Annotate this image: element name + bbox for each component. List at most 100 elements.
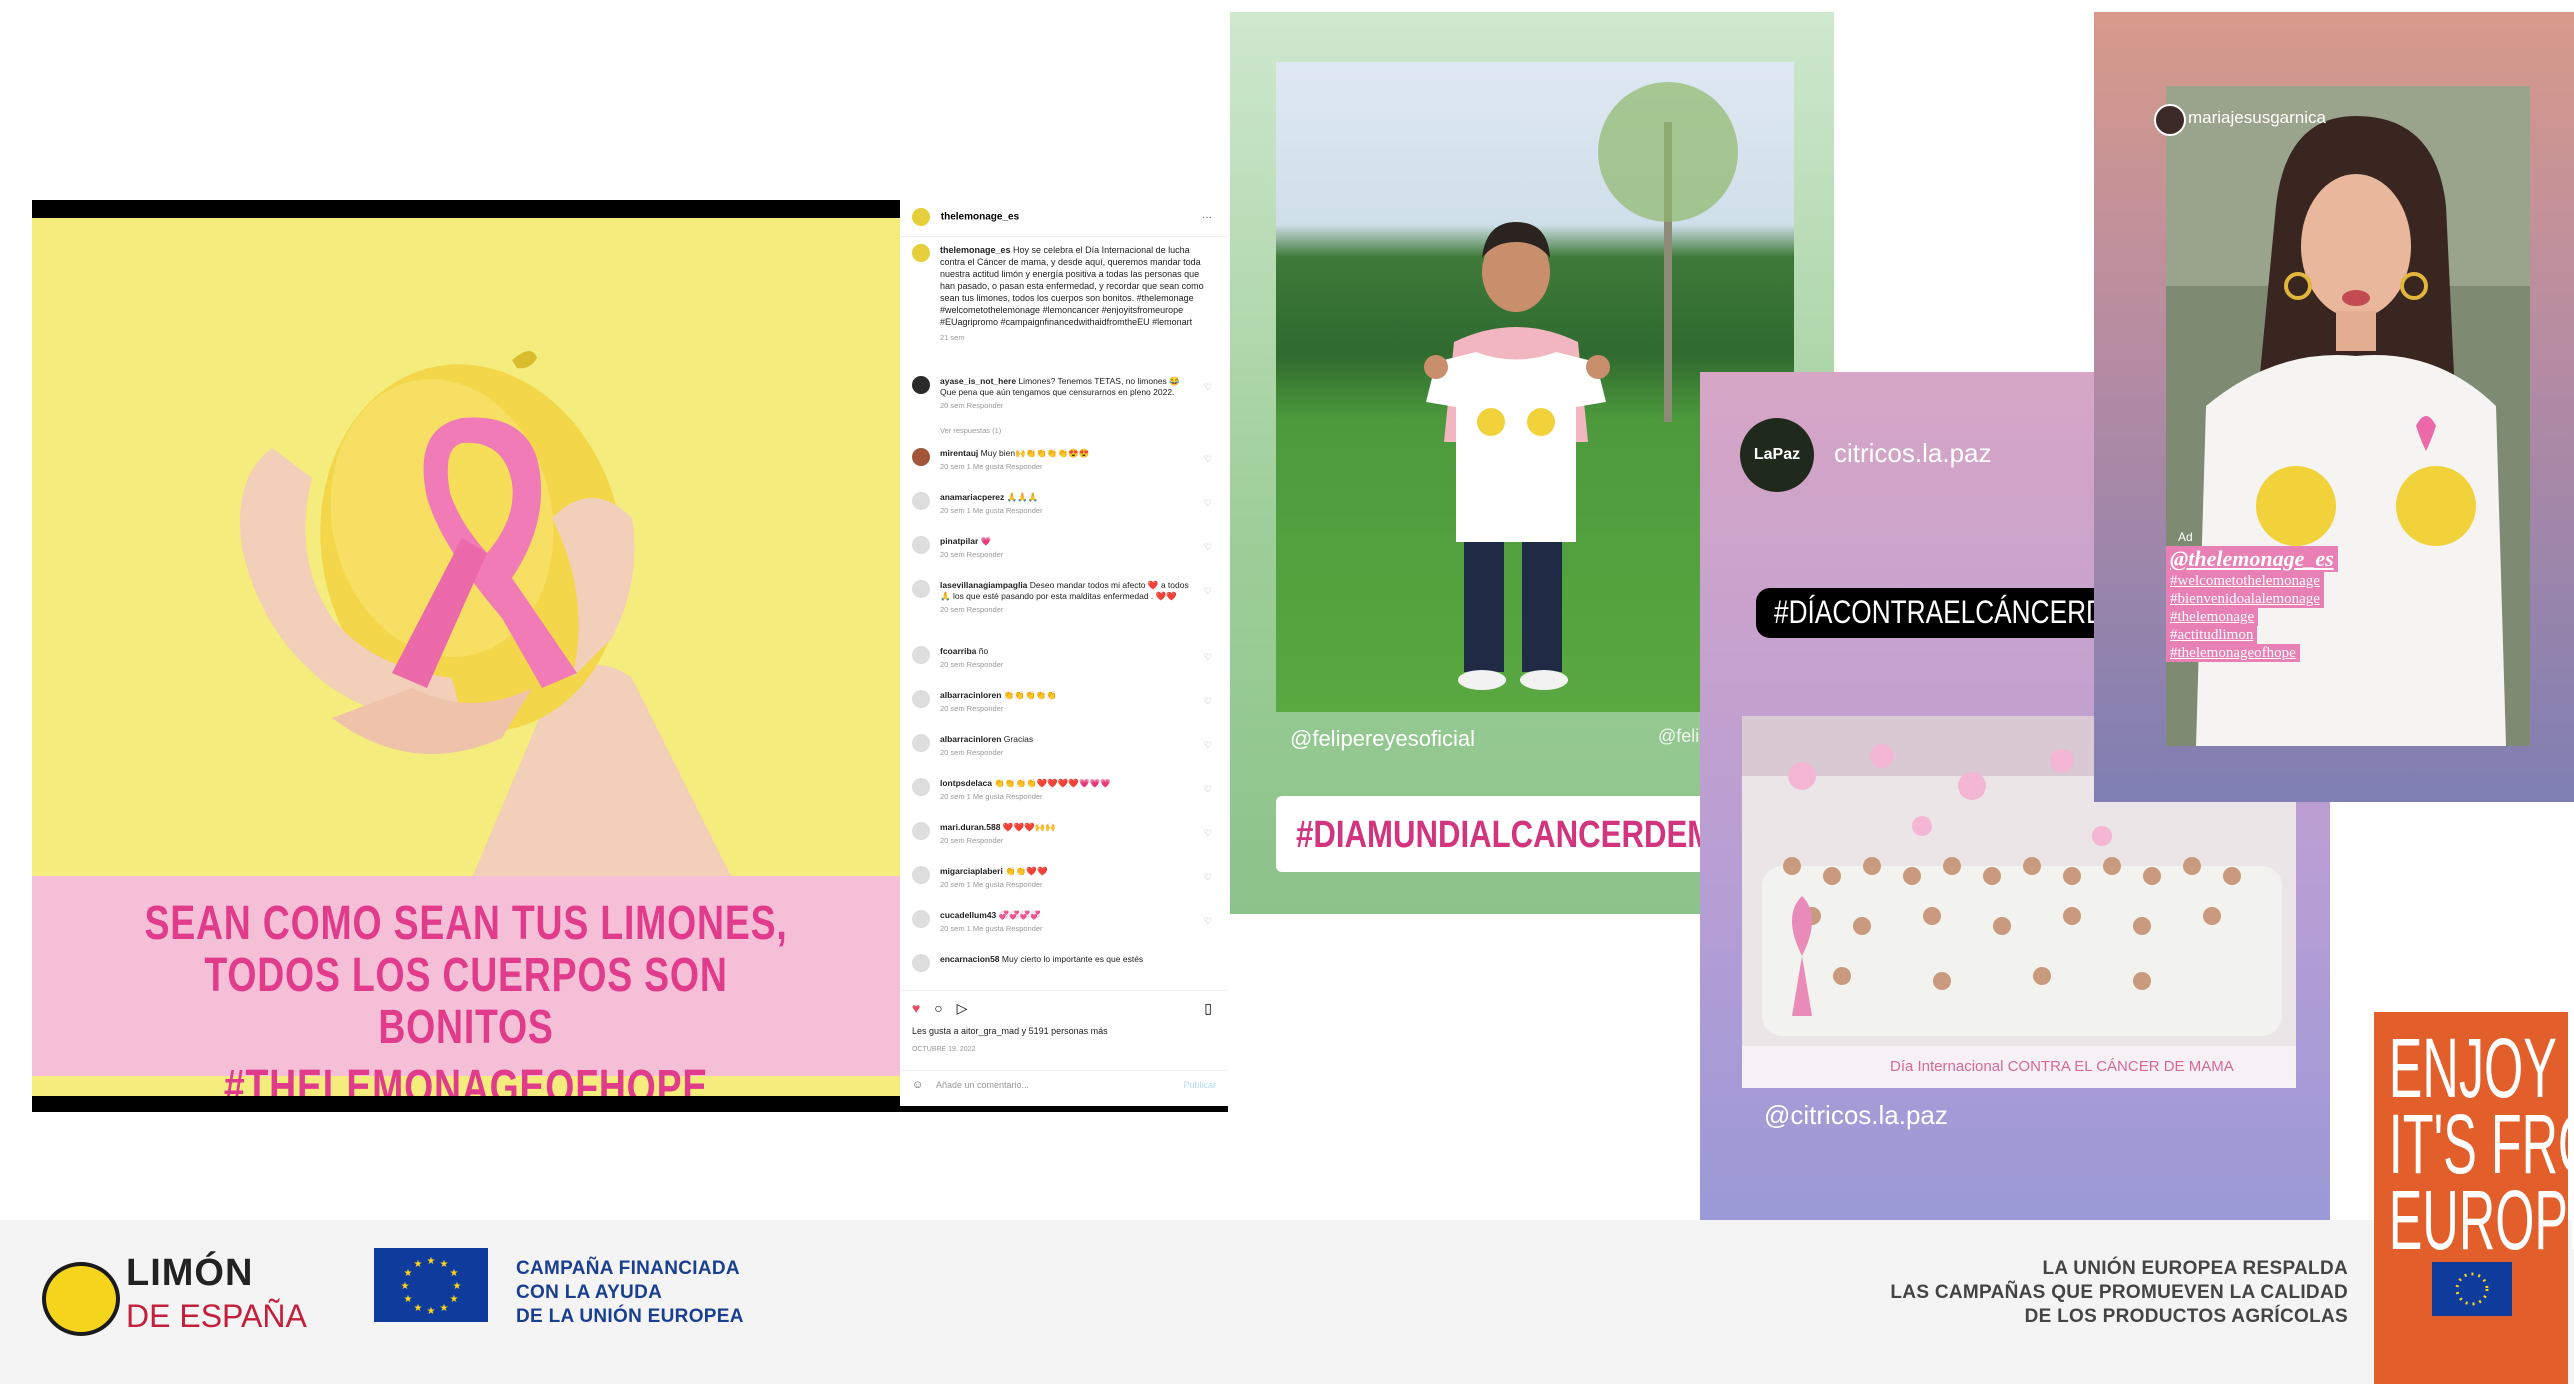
hashtag-2[interactable]: #bienvenidoalalemonage (2166, 590, 2324, 608)
eu-stars-small (2455, 1272, 2489, 1306)
comment-like-icon[interactable]: ♡ (1204, 784, 1212, 795)
comment-avatar[interactable] (912, 778, 930, 796)
comment-like-icon[interactable]: ♡ (1204, 916, 1212, 927)
story-account-name[interactable]: citricos.la.paz (1834, 438, 1992, 469)
comment-text: Muy cierto lo importante es que estés (1001, 954, 1144, 964)
comment-user[interactable]: anamariacperez (940, 492, 1004, 502)
comment-avatar[interactable] (912, 580, 930, 598)
account-avatar[interactable] (912, 208, 930, 226)
publish-button[interactable]: Publicar (1183, 1080, 1216, 1090)
story-username[interactable]: mariajesusgarnica (2188, 108, 2326, 128)
comment-user[interactable]: albarracinloren (940, 734, 1001, 744)
comment-user[interactable]: mari.duran.588 (940, 822, 1000, 832)
share-icon[interactable]: ▷ (957, 1000, 968, 1016)
svg-text:★: ★ (414, 1303, 423, 1314)
comment-user[interactable]: ayase_is_not_here (940, 376, 1016, 386)
comment-meta[interactable]: 20 sem Responder (940, 747, 1190, 758)
hashtag-1[interactable]: #welcometothelemonage (2166, 572, 2324, 590)
comment-avatar[interactable] (912, 646, 930, 664)
lemon-hand-illustration (32, 218, 900, 878)
comment-meta[interactable]: 20 sem 1 Me gusta Responder (940, 879, 1190, 890)
comment-user[interactable]: lontpsdelaca (940, 778, 992, 788)
comment-meta[interactable]: 20 sem Responder (940, 703, 1190, 714)
comment-like-icon[interactable]: ♡ (1204, 382, 1212, 393)
comment-icon[interactable]: ○ (934, 1000, 942, 1016)
like-heart-icon[interactable]: ♥ (912, 1000, 920, 1016)
comment-avatar[interactable] (912, 536, 930, 554)
comment-text: 👏👏👏👏❤️❤️❤️❤️💗💗💗 (994, 778, 1111, 788)
comment-like-icon[interactable]: ♡ (1204, 740, 1212, 751)
hashtag-3[interactable]: #thelemonage (2166, 608, 2259, 626)
comment-like-icon[interactable]: ♡ (1204, 652, 1212, 663)
svg-text:★: ★ (427, 1306, 436, 1317)
comment-item: albarracinloren Gracias 20 sem Responder… (912, 734, 1212, 758)
view-replies-link[interactable]: Ver respuestas (1) (940, 426, 1001, 435)
comment-like-icon[interactable]: ♡ (1204, 498, 1212, 509)
comment-meta[interactable]: 20 sem Responder (940, 604, 1190, 615)
story-handle[interactable]: @citricos.la.paz (1764, 1100, 1948, 1131)
comment-text: 🙏🙏🙏 (1006, 492, 1039, 502)
comment-avatar[interactable] (912, 376, 930, 394)
post-banner: SEAN COMO SEAN TUS LIMONES, TODOS LOS CU… (32, 876, 900, 1096)
comment-user[interactable]: pinatpilar (940, 536, 978, 546)
campaign-line-2: CON LA AYUDA (516, 1282, 663, 1303)
account-username[interactable]: thelemonage_es (941, 212, 1019, 223)
hashtag-5[interactable]: #thelemonageofhope (2166, 644, 2300, 662)
comment-like-icon[interactable]: ♡ (1204, 542, 1212, 553)
comment-user[interactable]: migarciaplaberi (940, 866, 1003, 876)
likes-count[interactable]: Les gusta a aitor_gra_mad y 5191 persona… (912, 1026, 1108, 1036)
caption-username[interactable]: thelemonage_es (940, 245, 1011, 255)
comment-meta[interactable]: 20 sem 1 Me gusta Responder (940, 923, 1190, 934)
comment-like-icon[interactable]: ♡ (1204, 454, 1212, 465)
comment-avatar[interactable] (912, 822, 930, 840)
caption-avatar[interactable] (912, 244, 930, 262)
comment-user[interactable]: albarracinloren (940, 690, 1001, 700)
comment-avatar[interactable] (912, 492, 930, 510)
comment-like-icon[interactable]: ♡ (1204, 586, 1212, 597)
comment-user[interactable]: fcoarriba (940, 646, 976, 656)
save-bookmark-icon[interactable]: ▯ (1204, 1000, 1212, 1017)
mention-tag[interactable]: @thelemonage_es (2166, 546, 2338, 572)
comment-meta[interactable]: 20 sem 1 Me gusta Responder (940, 461, 1190, 472)
comment-user[interactable]: mirentauj (940, 448, 978, 458)
comment-meta[interactable]: 20 sem Responder (940, 549, 1190, 560)
add-comment-input[interactable]: Añade un comentario... (936, 1080, 1029, 1090)
hashtag-4[interactable]: #actitudlimon (2166, 626, 2258, 644)
more-options-icon[interactable]: ··· (1202, 212, 1212, 223)
comment-avatar[interactable] (912, 734, 930, 752)
comment-user[interactable]: cucadellum43 (940, 910, 996, 920)
comment-meta[interactable]: 20 sem 1 Me gusta Responder (940, 505, 1190, 516)
comment-item: fcoarriba ño 20 sem Responder ♡ (912, 646, 1212, 670)
header-divider (900, 236, 1228, 237)
svg-text:★: ★ (401, 1281, 410, 1292)
lemon-logo-icon (42, 1262, 120, 1336)
emoji-icon[interactable]: ☺ (912, 1079, 923, 1091)
lapaz-logo[interactable]: LaPaz (1740, 418, 1814, 492)
comment-like-icon[interactable]: ♡ (1204, 696, 1212, 707)
eu-stars: ★ ★★ ★★★ ★★★ ★★★ (401, 1256, 462, 1317)
campaign-line-1: CAMPAÑA FINANCIADA (516, 1258, 740, 1279)
enjoy-line-2: IT'S FROM (2388, 1097, 2574, 1191)
story-handle[interactable]: @felipereyesoficial (1290, 726, 1475, 752)
caption-text: Hoy se celebra el Día Internacional de l… (940, 245, 1204, 327)
comment-avatar[interactable] (912, 690, 930, 708)
comment-user[interactable]: lasevillanagiampaglia (940, 580, 1027, 590)
comment-avatar[interactable] (912, 866, 930, 884)
story-user-avatar[interactable] (2154, 104, 2186, 136)
comment-like-icon[interactable]: ♡ (1204, 828, 1212, 839)
comment-avatar[interactable] (912, 910, 930, 928)
comment-meta[interactable]: 20 sem Responder (940, 659, 1190, 670)
comment-item: cucadellum43 💞💞💞💞 20 sem 1 Me gusta Resp… (912, 910, 1212, 934)
comment-avatar[interactable] (912, 954, 930, 972)
comment-user[interactable]: encarnacion58 (940, 954, 1000, 964)
comment-like-icon[interactable]: ♡ (1204, 872, 1212, 883)
comment-meta[interactable]: 20 sem 1 Me gusta Responder (940, 791, 1190, 802)
comment-meta[interactable]: 20 sem Responder (940, 835, 1190, 846)
comment-text: Muy bien🙌👏👏👏👏😍😍 (980, 448, 1090, 458)
brand-name-line2: DE ESPAÑA (126, 1298, 307, 1334)
comment-avatar[interactable] (912, 448, 930, 466)
support-line-3: DE LOS PRODUCTOS AGRÍCOLAS (2024, 1306, 2348, 1327)
eu-flag-small-icon (2432, 1262, 2512, 1316)
comment-meta[interactable]: 20 sem Responder (940, 400, 1190, 411)
comment-item: lontpsdelaca 👏👏👏👏❤️❤️❤️❤️💗💗💗 20 sem 1 Me… (912, 778, 1212, 802)
